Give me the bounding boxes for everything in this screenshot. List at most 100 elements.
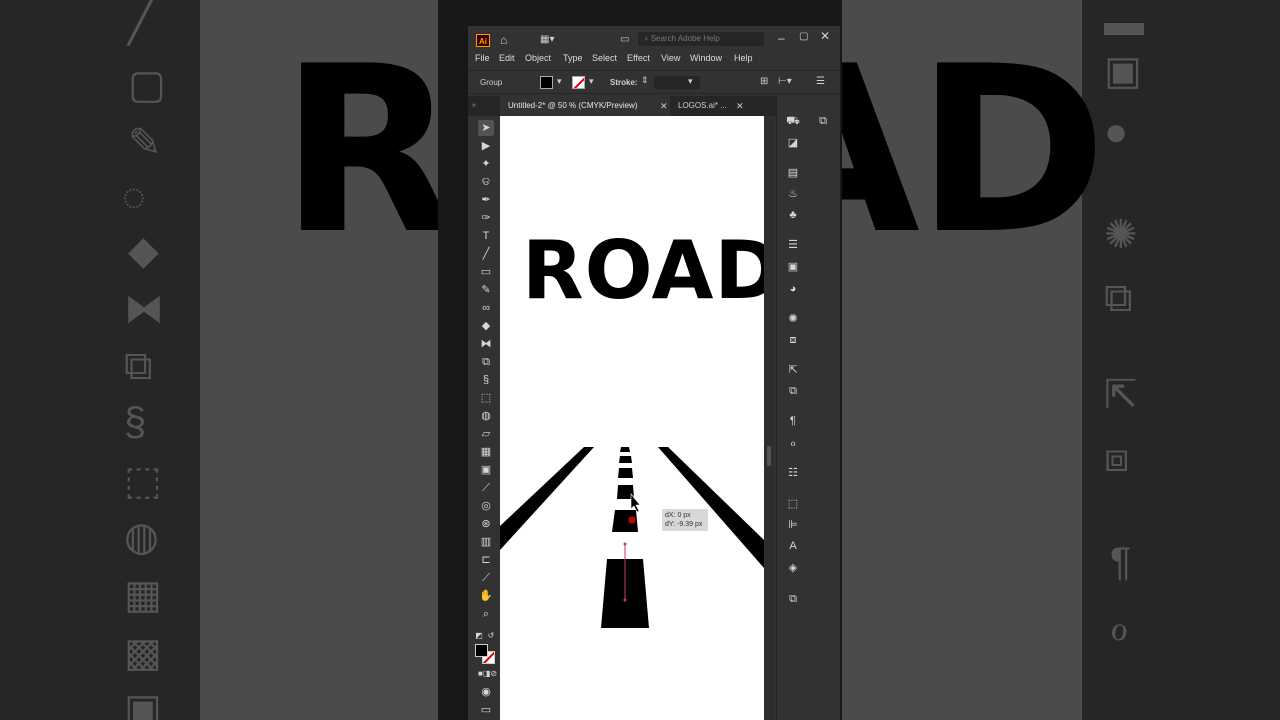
- mesh-tool-icon[interactable]: ▦: [478, 444, 494, 460]
- paintbrush-tool-icon[interactable]: ✎: [478, 282, 494, 298]
- layers-icon[interactable]: ◈: [786, 561, 800, 575]
- menu-window[interactable]: Window: [690, 53, 722, 63]
- column-graph-tool-icon[interactable]: ▥: [478, 534, 494, 550]
- scale-tool-icon[interactable]: ⧉: [478, 354, 494, 370]
- search-placeholder: Search Adobe Help: [650, 34, 720, 43]
- stroke-swatch[interactable]: [572, 76, 585, 89]
- menu-edit[interactable]: Edit: [499, 53, 515, 63]
- stroke-stepper-icon[interactable]: ⇕: [641, 75, 649, 86]
- home-icon[interactable]: ⌂: [500, 34, 507, 46]
- type-tool-icon[interactable]: T: [478, 228, 494, 244]
- paragraph-icon[interactable]: ¶: [786, 414, 800, 428]
- artboard[interactable]: ROAD dX: 0 px dY: -9.39 px: [500, 116, 764, 720]
- minimize-icon[interactable]: –: [778, 32, 785, 44]
- opentype-icon[interactable]: ℴ: [786, 436, 800, 450]
- background-road-text-right: AD: [842, 18, 1107, 285]
- properties-sliders-icon[interactable]: ☷: [786, 466, 800, 480]
- tab-logos[interactable]: LOGOS.ai* ...: [670, 96, 746, 116]
- tab-untitled-2[interactable]: Untitled-2* @ 50 % (CMYK/Preview): [500, 96, 670, 116]
- eraser-tool-icon[interactable]: ◆: [478, 318, 494, 334]
- road-left-edge[interactable]: [500, 447, 594, 550]
- eyedropper-tool-icon[interactable]: ⟋: [478, 480, 494, 496]
- stroke-icon[interactable]: ☰: [786, 238, 800, 252]
- swatches-icon[interactable]: ▤: [786, 166, 800, 180]
- menu-effect[interactable]: Effect: [627, 53, 650, 63]
- transform-panel-icon[interactable]: ⬚: [786, 497, 800, 511]
- direct-selection-tool-icon[interactable]: ▶: [478, 138, 494, 154]
- reflect-tool-icon[interactable]: ⧓: [478, 336, 494, 352]
- scrollbar-thumb[interactable]: [767, 446, 771, 466]
- menu-select[interactable]: Select: [592, 53, 617, 63]
- road-right-edge[interactable]: [658, 447, 764, 568]
- magic-wand-tool-icon[interactable]: ✦: [478, 156, 494, 172]
- maximize-icon[interactable]: ▢: [799, 31, 808, 43]
- tab-label: LOGOS.ai* ...: [678, 101, 727, 110]
- color-mode-icon[interactable]: ■◨⊘: [478, 666, 497, 682]
- properties-icon[interactable]: ⛟: [786, 114, 800, 128]
- control-panel-menu-icon[interactable]: ☰: [816, 76, 825, 87]
- swap-colors-icon[interactable]: ↺: [486, 628, 496, 644]
- workspace-switcher-icon[interactable]: ▦▾: [540, 34, 554, 46]
- warp-tool-icon[interactable]: §: [478, 372, 494, 388]
- brushes-icon[interactable]: ♨: [786, 187, 800, 201]
- lane-dash-2[interactable]: [619, 456, 632, 463]
- shape-builder-tool-icon[interactable]: ◍: [478, 408, 494, 424]
- gradient-tool-icon[interactable]: ▣: [478, 462, 494, 478]
- lane-dash-3[interactable]: [618, 468, 633, 478]
- fill-swatch[interactable]: [540, 76, 553, 89]
- canvas-area[interactable]: ROAD dX: 0 px dY: -9.39 px: [500, 116, 774, 720]
- graphic-styles-icon[interactable]: ⧈: [786, 333, 800, 347]
- artboards-icon[interactable]: ⧉: [786, 384, 800, 398]
- transform-icon[interactable]: ⊢▾: [778, 76, 792, 87]
- screen-mode-icon[interactable]: ▭: [478, 702, 494, 718]
- menu-object[interactable]: Object: [525, 53, 551, 63]
- default-colors-icon[interactable]: ◩: [474, 628, 484, 644]
- draw-mode-icon[interactable]: ◉: [478, 684, 494, 700]
- tab-close-icon[interactable]: ✕: [660, 96, 668, 116]
- menu-help[interactable]: Help: [734, 53, 753, 63]
- asset-export-icon[interactable]: ⇱: [786, 363, 800, 377]
- pathfinder-icon[interactable]: ⧉: [786, 592, 800, 606]
- line-tool-icon[interactable]: ╱: [478, 246, 494, 262]
- curvature-tool-icon[interactable]: ✑: [478, 210, 494, 226]
- hand-tool-icon[interactable]: ✋: [478, 588, 494, 604]
- zoom-tool-icon[interactable]: ⌕: [478, 606, 494, 622]
- search-input[interactable]: ⌕ Search Adobe Help: [638, 32, 764, 46]
- export-ghost-icon: ⇱: [1104, 373, 1138, 417]
- close-icon[interactable]: ✕: [820, 30, 830, 42]
- fill-color-box[interactable]: [475, 644, 488, 657]
- pen-tool-icon[interactable]: ✒: [478, 192, 494, 208]
- artboard-tool-icon[interactable]: ⊏: [478, 552, 494, 568]
- menu-file[interactable]: File: [475, 53, 490, 63]
- fill-dropdown-icon[interactable]: ▾: [557, 76, 562, 87]
- transparency-icon[interactable]: ◕: [786, 282, 800, 296]
- vertical-scrollbar[interactable]: [764, 116, 774, 720]
- appearance-icon[interactable]: ✺: [786, 312, 800, 326]
- free-transform-tool-icon[interactable]: ⬚: [478, 390, 494, 406]
- lasso-tool-icon[interactable]: ଡ: [478, 174, 494, 190]
- libraries-icon[interactable]: ◪: [786, 136, 800, 150]
- menu-bar: File Edit Object Type Select Effect View…: [468, 50, 840, 68]
- symbol-sprayer-tool-icon[interactable]: ⊛: [478, 516, 494, 532]
- rectangle-tool-icon[interactable]: ▭: [478, 264, 494, 280]
- export-panel-icon[interactable]: ⧉: [816, 114, 830, 128]
- arrange-documents-icon[interactable]: ▭: [620, 34, 629, 46]
- symbols-icon[interactable]: ♣: [786, 208, 800, 222]
- shaper-tool-icon[interactable]: ∞: [478, 300, 494, 316]
- menu-view[interactable]: View: [661, 53, 680, 63]
- blend-tool-icon[interactable]: ◎: [478, 498, 494, 514]
- stroke-weight-dropdown-icon[interactable]: ▾: [688, 76, 693, 87]
- gradient-icon[interactable]: ▣: [786, 260, 800, 274]
- slice-tool-icon[interactable]: ⟋: [478, 570, 494, 586]
- align-icon[interactable]: ⊞: [760, 76, 768, 87]
- perspective-grid-tool-icon[interactable]: ▱: [478, 426, 494, 442]
- selection-tool-icon[interactable]: ➤: [478, 120, 494, 136]
- collapse-toolbar-icon[interactable]: «: [472, 96, 476, 116]
- character-icon[interactable]: A: [786, 539, 800, 553]
- lane-dash-1[interactable]: [620, 447, 630, 452]
- menu-type[interactable]: Type: [563, 53, 583, 63]
- align-panel-icon[interactable]: ⊫: [786, 518, 800, 532]
- tab-close-icon[interactable]: ✕: [736, 96, 744, 116]
- stroke-weight-input[interactable]: [654, 76, 700, 89]
- stroke-dropdown-icon[interactable]: ▾: [589, 76, 594, 87]
